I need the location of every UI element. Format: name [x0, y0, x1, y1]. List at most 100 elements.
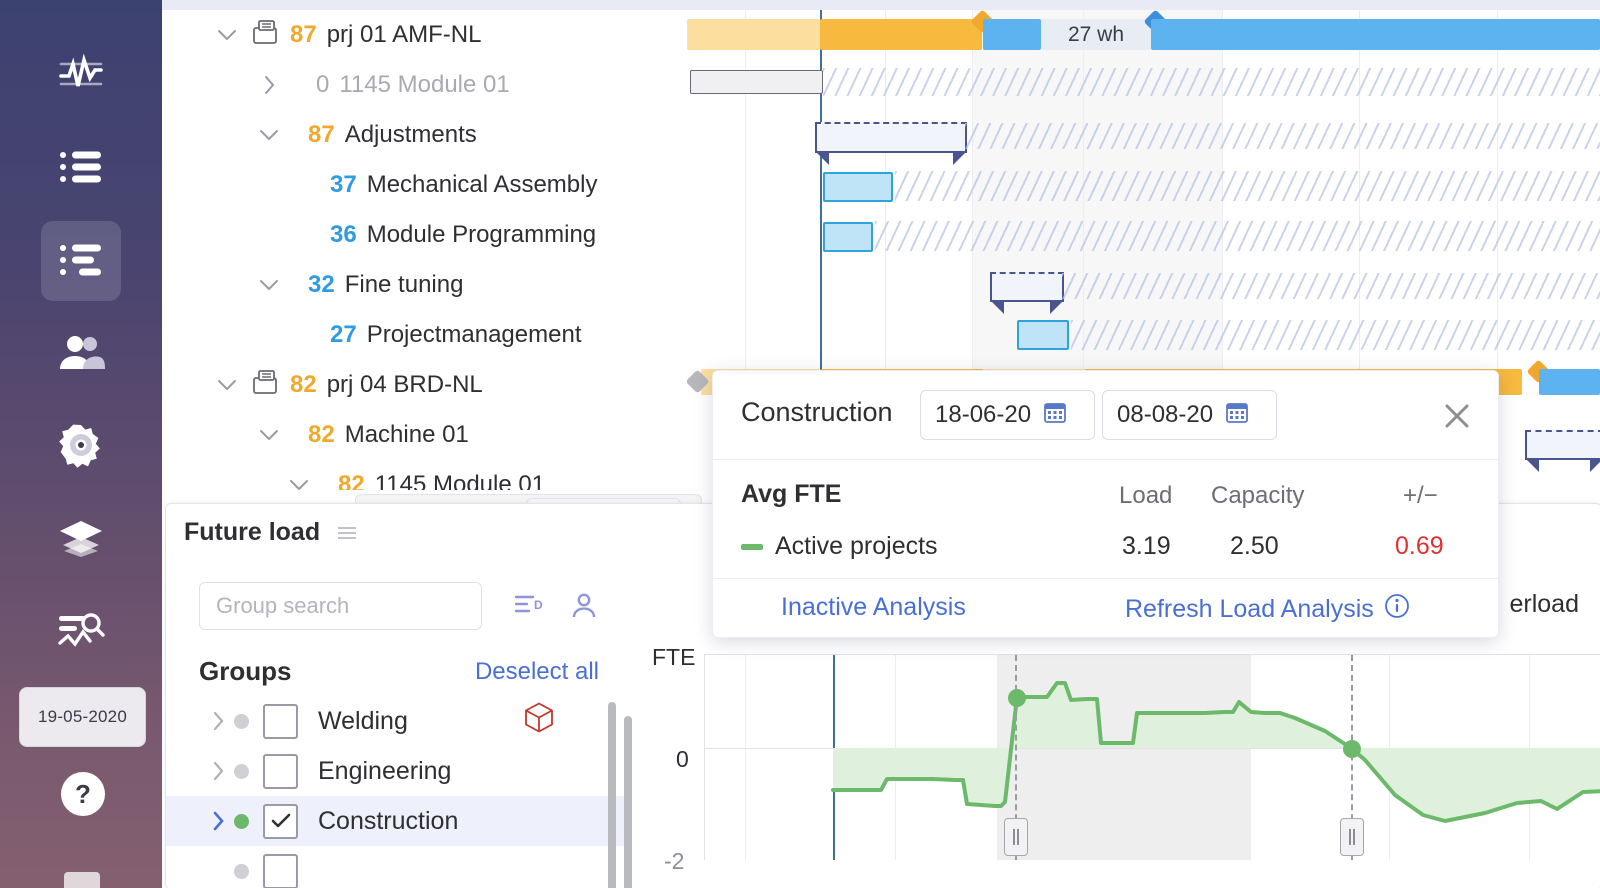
group-label: Welding	[318, 706, 408, 735]
tree-row[interactable]: 87 prj 01 AMF-NL	[162, 10, 687, 60]
gantt-summary-callout[interactable]	[990, 272, 1064, 314]
refresh-load-analysis-link[interactable]: Refresh Load Analysis	[1125, 593, 1410, 626]
nav-people[interactable]	[41, 312, 121, 392]
tree-row[interactable]: 37 Mechanical Assembly	[162, 160, 687, 210]
group-row-welding[interactable]: Welding	[166, 696, 632, 746]
tree-row[interactable]: 82 Machine 01	[162, 410, 687, 460]
tree-row-number: 82	[308, 421, 335, 448]
tree-row[interactable]: 82 prj 04 BRD-NL	[162, 360, 687, 410]
gantt-bar-task[interactable]	[1017, 320, 1069, 350]
chevron-down-icon[interactable]	[214, 372, 240, 398]
chevron-down-icon[interactable]	[256, 272, 282, 298]
nav-gantt-list[interactable]	[41, 221, 121, 301]
chart-marker-range-start[interactable]	[1008, 689, 1026, 707]
layers-icon	[58, 519, 104, 557]
nav-layers[interactable]	[41, 498, 121, 578]
nav-list[interactable]	[41, 128, 121, 208]
panel-left-scrollbar[interactable]	[624, 716, 632, 888]
person-icon[interactable]	[570, 592, 598, 625]
groups-header: Groups Deselect all	[199, 656, 599, 687]
top-highlight-strip	[162, 0, 1600, 10]
column-header-load: Load	[1119, 482, 1173, 509]
chevron-right-icon[interactable]	[256, 72, 282, 98]
groups-column: D Groups Deselect all Welding	[166, 566, 632, 888]
chevron-right-icon[interactable]	[202, 761, 234, 781]
tree-row-number: 87	[308, 121, 335, 148]
tree-row[interactable]: 82 1145 Module 01	[162, 460, 687, 490]
date-from-field[interactable]: 18-06-20	[920, 390, 1095, 440]
tree-row[interactable]: 0 1145 Module 01	[162, 60, 687, 110]
chevron-down-icon[interactable]	[256, 122, 282, 148]
gantt-bar-planned[interactable]	[1539, 369, 1600, 395]
tree-row-label: Machine 01	[344, 421, 469, 448]
current-date-button[interactable]: 19-05-2020	[19, 687, 146, 747]
tree-row-number: 87	[290, 21, 317, 48]
calendar-icon[interactable]	[1225, 400, 1249, 431]
tree-row[interactable]: 32 Fine tuning	[162, 260, 687, 310]
group-definition-icon[interactable]: D	[514, 592, 546, 623]
tree-row[interactable]: 36 Module Programming	[162, 210, 687, 260]
chevron-down-icon[interactable]	[214, 22, 240, 48]
groups-scrollbar[interactable]	[608, 702, 616, 888]
gantt-summary-callout[interactable]	[1525, 430, 1600, 472]
group-row-construction[interactable]: Construction	[166, 796, 632, 846]
group-label: Engineering	[318, 756, 452, 785]
pulse-chart-icon	[57, 54, 105, 94]
group-row-next[interactable]	[166, 846, 632, 888]
gantt-hatched-remainder	[965, 123, 1600, 149]
status-dot	[234, 813, 249, 829]
group-row-engineering[interactable]: Engineering	[166, 746, 632, 796]
date-to-field[interactable]: 08-08-20	[1102, 390, 1277, 440]
group-checkbox[interactable]	[263, 803, 298, 839]
nav-load-analysis[interactable]	[41, 590, 121, 670]
tree-row-label: prj 04 BRD-NL	[326, 371, 483, 398]
gantt-summary-callout[interactable]	[815, 122, 967, 165]
tree-row[interactable]: 27 Projectmanagement	[162, 310, 687, 360]
gantt-bar-baseline[interactable]	[690, 70, 823, 94]
gantt-bar-planned[interactable]	[1151, 19, 1600, 50]
group-checkbox[interactable]	[263, 703, 298, 739]
chart-legend-right-truncated: erload	[1509, 590, 1580, 618]
group-checkbox[interactable]	[263, 853, 298, 888]
gantt-bar-planned[interactable]	[983, 19, 1041, 50]
gantt-bar-actual[interactable]	[820, 19, 982, 50]
search-input[interactable]	[199, 582, 482, 630]
people-icon	[57, 332, 105, 372]
close-icon[interactable]	[1440, 399, 1474, 433]
groups-list: Welding Engineering Construction	[166, 696, 632, 888]
legend-swatch	[741, 543, 763, 550]
gantt-bar-task[interactable]	[823, 222, 873, 252]
info-icon[interactable]	[1384, 593, 1410, 626]
tree-row[interactable]: 87 Adjustments	[162, 110, 687, 160]
cube-icon[interactable]	[524, 702, 554, 741]
gantt-bar-actual-light[interactable]	[687, 19, 820, 50]
legend-active-projects: Active projects	[741, 532, 938, 561]
status-dot	[234, 763, 249, 779]
tree-row-label: 1145 Module 01	[339, 71, 510, 98]
nav-bottom-stub[interactable]	[64, 872, 100, 888]
gantt-hatched-remainder	[875, 221, 1600, 251]
chevron-right-icon[interactable]	[202, 811, 234, 831]
deselect-all-button[interactable]: Deselect all	[475, 658, 599, 686]
nav-settings[interactable]	[41, 405, 121, 485]
inactive-analysis-link[interactable]: Inactive Analysis	[781, 593, 966, 622]
chart-range-start-handle[interactable]	[1004, 818, 1028, 856]
chevron-down-icon[interactable]	[256, 422, 282, 448]
chart-range-end-handle[interactable]	[1340, 818, 1364, 856]
panel-menu-icon[interactable]	[338, 526, 357, 539]
chevron-right-icon[interactable]	[202, 711, 234, 731]
group-checkbox[interactable]	[263, 753, 298, 789]
gantt-hatched-remainder	[823, 68, 1600, 96]
tree-row-label: Fine tuning	[344, 271, 464, 298]
value-load: 3.19	[1122, 532, 1171, 560]
help-button[interactable]: ?	[61, 772, 105, 816]
app-root: 19-05-2020 ? 87 prj 01 AMF-NL 0 1145 Mod…	[0, 0, 1600, 888]
nav-pulse-chart[interactable]	[41, 34, 121, 114]
chevron-down-icon[interactable]	[286, 472, 312, 490]
chart-marker-range-end[interactable]	[1343, 740, 1361, 758]
project-box-icon	[252, 19, 278, 52]
calendar-icon[interactable]	[1043, 400, 1067, 431]
gantt-bar-task[interactable]	[823, 172, 893, 202]
popup-footer: Inactive Analysis Refresh Load Analysis	[713, 579, 1498, 637]
refresh-load-analysis-label: Refresh Load Analysis	[1125, 595, 1374, 623]
